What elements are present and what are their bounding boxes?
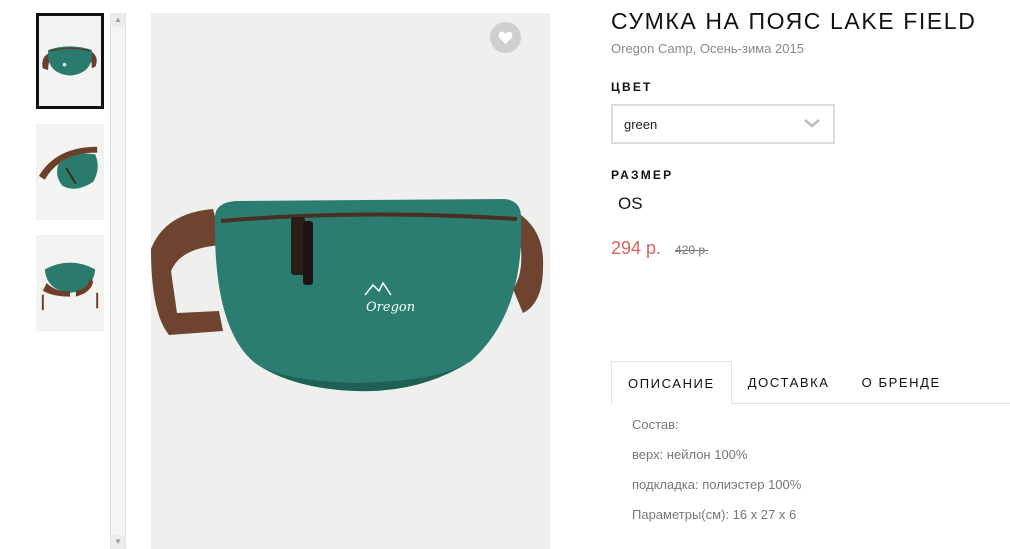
size-label: РАЗМЕР: [611, 168, 674, 182]
description-line: верх: нейлон 100%: [632, 447, 748, 462]
description-line: подкладка: полиэстер 100%: [632, 477, 802, 492]
size-option[interactable]: OS: [618, 194, 1010, 214]
product-subtitle: Oregon Camp, Осень-зима 2015: [611, 41, 804, 56]
heart-icon: [498, 31, 513, 44]
chevron-down-icon: [804, 119, 820, 128]
description-panel: Состав: верх: нейлон 100% подкладка: пол…: [632, 416, 801, 536]
thumbnail-angled[interactable]: [36, 124, 104, 220]
price-block: 294 р. 420 р.: [611, 238, 1010, 259]
color-label: ЦВЕТ: [611, 80, 653, 94]
scroll-down-icon[interactable]: ▼: [111, 535, 125, 549]
thumbnail-back[interactable]: [36, 235, 104, 331]
thumbnail-list: [36, 13, 104, 346]
tab-brand[interactable]: О БРЕНДЕ: [846, 361, 957, 404]
old-price: 420 р.: [675, 243, 709, 257]
product-info: СУМКА НА ПОЯС LAKE FIELD Oregon Camp, Ос…: [611, 8, 1010, 259]
bag-thumbnail-image: [37, 236, 103, 330]
thumbnail-front[interactable]: [36, 13, 104, 109]
scroll-up-icon[interactable]: ▲: [111, 13, 125, 27]
bag-thumbnail-image: [37, 125, 103, 219]
bag-image: Oregon: [151, 13, 550, 549]
favorite-button[interactable]: [490, 22, 521, 53]
info-tabs: ОПИСАНИЕ ДОСТАВКА О БРЕНДЕ: [611, 361, 1010, 405]
color-select-value: green: [624, 116, 658, 132]
tab-delivery[interactable]: ДОСТАВКА: [732, 361, 846, 404]
bag-thumbnail-image: [39, 17, 101, 105]
color-select[interactable]: green: [611, 104, 835, 144]
tab-description[interactable]: ОПИСАНИЕ: [611, 361, 732, 405]
description-line: Параметры(см): 16 х 27 х 6: [632, 507, 797, 522]
current-price: 294 р.: [611, 238, 662, 258]
product-title: СУМКА НА ПОЯС LAKE FIELD: [611, 8, 977, 34]
svg-text:Oregon: Oregon: [366, 300, 415, 315]
main-product-image: Oregon: [151, 13, 550, 549]
thumbnail-scrollbar[interactable]: ▲ ▼: [110, 13, 126, 549]
description-line: Состав:: [632, 417, 679, 432]
